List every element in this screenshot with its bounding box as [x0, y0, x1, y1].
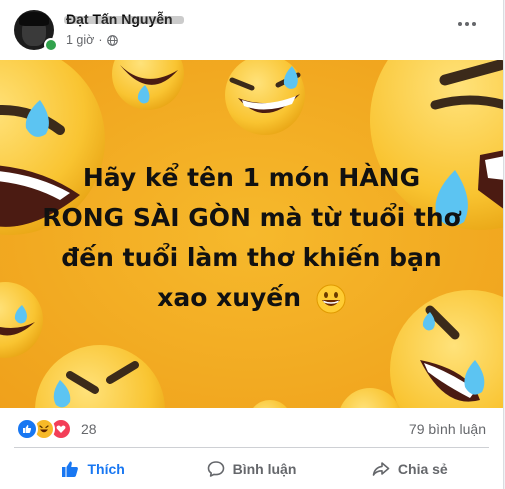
image-text-line-3: đến tuổi làm thơ khiến bạn: [61, 243, 442, 272]
post-image-text: Hãy kể tên 1 món HÀNG RONG SÀI GÒN mà từ…: [30, 158, 473, 318]
post-actions: Thích Bình luận Chia sẻ: [14, 450, 489, 488]
grinning-face-icon: [316, 284, 346, 314]
post-timestamp[interactable]: 1 giờ: [66, 33, 94, 47]
more-options-button[interactable]: [452, 14, 482, 34]
comment-icon: [207, 461, 224, 477]
dot-icon: [472, 22, 476, 26]
share-icon: [372, 462, 390, 476]
share-button-label: Chia sẻ: [397, 461, 448, 477]
comment-count-link[interactable]: 79 bình luận: [409, 421, 486, 437]
globe-icon[interactable]: [106, 34, 118, 46]
like-button-label: Thích: [87, 461, 125, 477]
online-status-indicator: [44, 38, 58, 52]
comment-button-label: Bình luận: [232, 461, 297, 477]
image-text-line-2: RONG SÀI GÒN mà từ tuổi thơ: [42, 203, 461, 232]
image-text-line-1: Hãy kể tên 1 món HÀNG: [82, 163, 421, 192]
like-button[interactable]: Thích: [14, 450, 172, 488]
post-image[interactable]: Hãy kể tên 1 món HÀNG RONG SÀI GÒN mà từ…: [0, 60, 503, 408]
thumbs-up-icon: [62, 461, 79, 477]
reaction-count[interactable]: 28: [81, 421, 97, 437]
action-divider: [14, 447, 489, 448]
like-icon: [16, 418, 38, 440]
dot-icon: [465, 22, 469, 26]
author-name-redaction: [64, 16, 184, 24]
image-text-line-4-wrapper: xao xuyến: [30, 278, 473, 318]
post-card: Đạt Tấn Nguyễn 1 giờ · Hãy kể tên 1 món …: [0, 0, 504, 489]
share-button[interactable]: Chia sẻ: [331, 450, 489, 488]
author-name[interactable]: Đạt Tấn Nguyễn: [64, 11, 184, 27]
comment-button[interactable]: Bình luận: [172, 450, 330, 488]
reactions-summary[interactable]: 28: [16, 418, 97, 440]
image-text-line-4: xao xuyến: [157, 283, 302, 312]
post-meta: 1 giờ ·: [66, 33, 118, 47]
dot-icon: [458, 22, 462, 26]
